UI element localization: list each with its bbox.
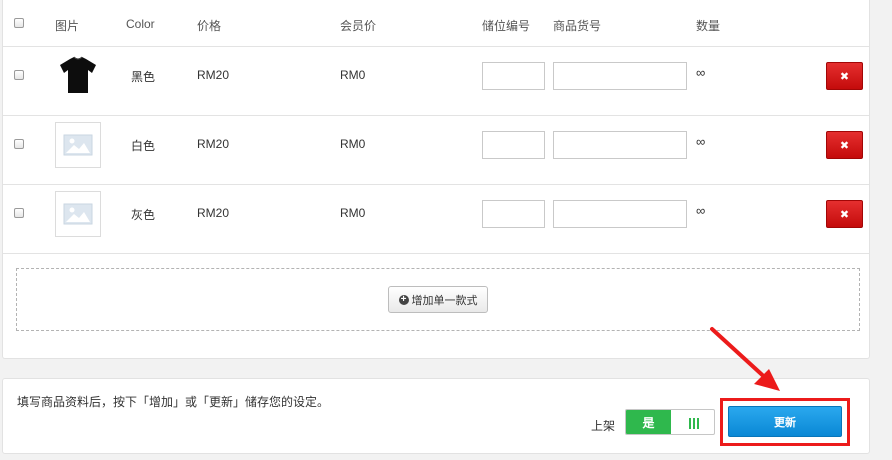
close-icon: ✖ — [839, 208, 850, 221]
select-all-checkbox[interactable] — [14, 18, 24, 28]
location-code-input[interactable] — [482, 62, 545, 90]
header-quantity: 数量 — [696, 19, 721, 33]
add-variant-button[interactable]: + 增加单一款式 — [388, 286, 488, 313]
delete-row-button[interactable]: ✖ — [826, 62, 863, 90]
table-row: 黑色 RM20 RM0 ∞ ✖ — [3, 47, 869, 116]
toggle-handle-icon — [689, 417, 701, 432]
location-code-input[interactable] — [482, 131, 545, 159]
header-price: 价格 — [197, 19, 222, 33]
publish-label: 上架 — [591, 419, 616, 433]
row-quantity: ∞ — [696, 65, 706, 80]
row-checkbox[interactable] — [14, 139, 24, 149]
annotation-arrow-icon — [710, 327, 780, 391]
update-button[interactable]: 更新 — [728, 406, 842, 437]
row-color: 白色 — [131, 139, 156, 153]
variants-panel: 图片 Color 价格 会员价 储位编号 商品货号 数量 黑色 RM20 RM0… — [2, 0, 870, 359]
header-color: Color — [126, 17, 155, 31]
row-price: RM20 — [197, 137, 230, 151]
close-icon: ✖ — [839, 139, 850, 152]
close-icon: ✖ — [839, 70, 850, 83]
table-row: 白色 RM20 RM0 ∞ ✖ — [3, 116, 869, 185]
row-quantity: ∞ — [696, 203, 706, 218]
save-hint: 填写商品资料后，按下「增加」或「更新」储存您的设定。 — [17, 395, 330, 409]
row-price: RM20 — [197, 68, 230, 82]
row-color: 灰色 — [131, 208, 156, 222]
publish-toggle-on: 是 — [626, 410, 671, 434]
plus-circle-icon: + — [398, 294, 409, 305]
row-checkbox[interactable] — [14, 208, 24, 218]
header-member-price: 会员价 — [340, 19, 377, 33]
table-row: 灰色 RM20 RM0 ∞ ✖ — [3, 185, 869, 254]
table-header: 图片 Color 价格 会员价 储位编号 商品货号 数量 — [3, 0, 869, 47]
header-image: 图片 — [55, 19, 80, 33]
header-sku: 商品货号 — [553, 19, 602, 33]
row-price: RM20 — [197, 206, 230, 220]
row-member-price: RM0 — [340, 68, 366, 82]
delete-row-button[interactable]: ✖ — [826, 131, 863, 159]
location-code-input[interactable] — [482, 200, 545, 228]
row-quantity: ∞ — [696, 134, 706, 149]
delete-row-button[interactable]: ✖ — [826, 200, 863, 228]
row-checkbox[interactable] — [14, 70, 24, 80]
row-color: 黑色 — [131, 70, 156, 84]
add-variant-label: 增加单一款式 — [411, 294, 478, 307]
header-location-code: 储位编号 — [482, 19, 531, 33]
row-member-price: RM0 — [340, 137, 366, 151]
sku-input[interactable] — [553, 62, 687, 90]
image-placeholder-icon — [55, 122, 101, 168]
black-tshirt-image — [55, 53, 101, 99]
sku-input[interactable] — [553, 131, 687, 159]
image-placeholder-icon — [55, 191, 101, 237]
row-member-price: RM0 — [340, 206, 366, 220]
sku-input[interactable] — [553, 200, 687, 228]
publish-toggle[interactable]: 是 — [625, 409, 715, 435]
